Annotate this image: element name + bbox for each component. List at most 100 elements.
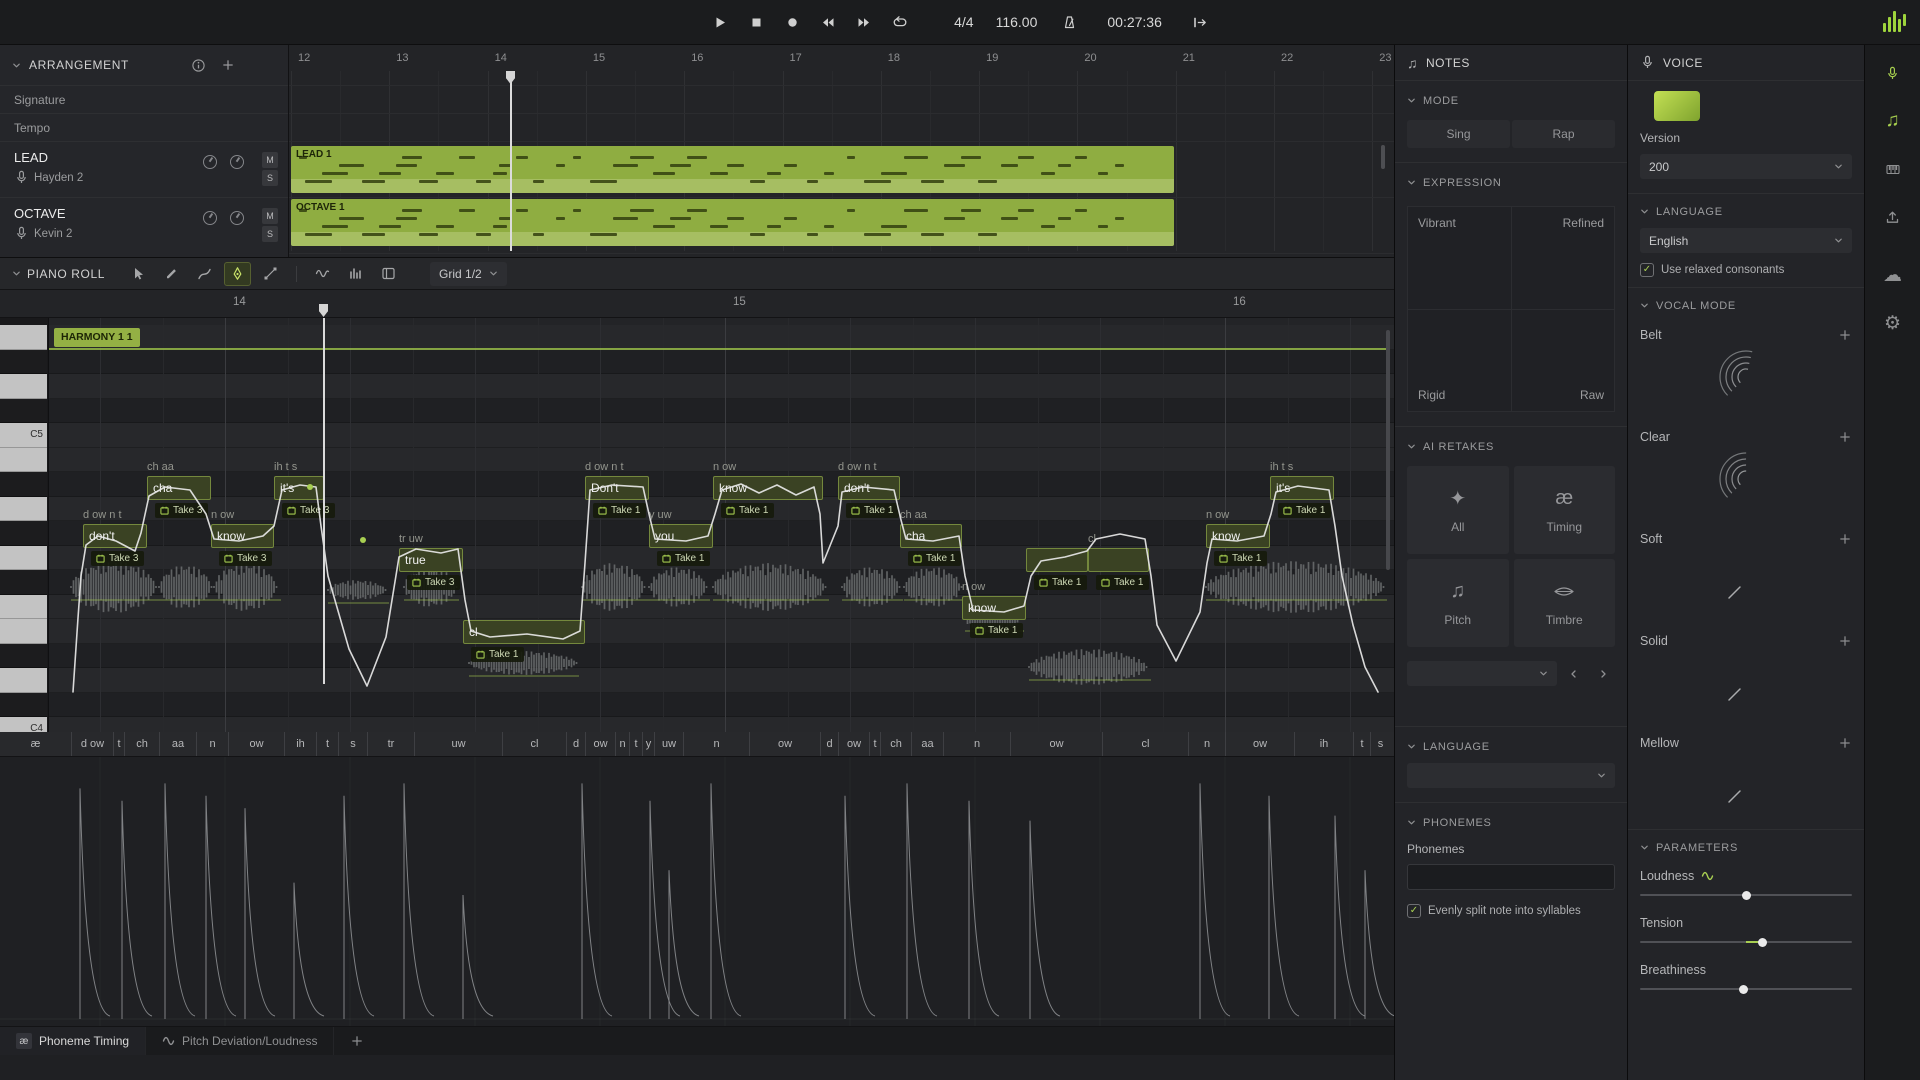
piano-roll-playhead[interactable] bbox=[319, 304, 328, 317]
add-track-button[interactable] bbox=[220, 57, 236, 73]
take-chip[interactable]: Take 1 bbox=[593, 503, 646, 518]
voice-language-select[interactable]: English bbox=[1640, 228, 1852, 253]
chevron-down-icon[interactable] bbox=[1407, 178, 1416, 187]
take-chip[interactable]: Take 1 bbox=[1278, 503, 1331, 518]
tab-pitch-deviation-loudness[interactable]: Pitch Deviation/Loudness bbox=[146, 1027, 334, 1055]
collapse-piano-roll-icon[interactable] bbox=[12, 269, 21, 278]
note-don-t[interactable]: don't bbox=[838, 476, 900, 500]
piano-key[interactable] bbox=[0, 325, 47, 350]
scrollbar[interactable] bbox=[1381, 145, 1385, 169]
info-icon[interactable] bbox=[190, 57, 206, 73]
phoneme-cell[interactable]: d bbox=[566, 732, 585, 756]
phoneme-cell[interactable]: s bbox=[338, 732, 367, 756]
note-don-t[interactable]: Don't bbox=[585, 476, 649, 500]
record-button[interactable] bbox=[782, 12, 802, 32]
arrangement-timeline[interactable]: 121314151617181920212223LEAD 1OCTAVE 1 bbox=[289, 45, 1394, 257]
note-know[interactable]: know bbox=[962, 596, 1026, 620]
piano-key[interactable] bbox=[0, 693, 47, 718]
track-lead[interactable]: LEAD Hayden 2 M S bbox=[0, 141, 288, 197]
clip-lead-1[interactable]: LEAD 1 bbox=[291, 146, 1174, 193]
metronome-icon[interactable] bbox=[1059, 12, 1079, 32]
phoneme-cell[interactable]: aa bbox=[159, 732, 196, 756]
note-don-t[interactable]: don't bbox=[83, 524, 147, 548]
tool-notedur-button[interactable] bbox=[375, 262, 402, 286]
add-panel-tab-button[interactable] bbox=[334, 1027, 380, 1055]
phoneme-cell[interactable]: ch bbox=[124, 732, 159, 756]
phoneme-cell[interactable]: ow bbox=[1225, 732, 1294, 756]
solo-button[interactable]: S bbox=[262, 170, 278, 186]
piano-roll-canvas[interactable]: don'td ow n tTake 3chach aaTake 3known o… bbox=[0, 318, 1394, 732]
phoneme-cell[interactable]: n bbox=[196, 732, 228, 756]
chevron-down-icon[interactable] bbox=[1407, 818, 1416, 827]
take-chip[interactable]: Take 1 bbox=[1214, 551, 1267, 566]
take-chip[interactable]: Take 1 bbox=[970, 623, 1023, 638]
piano-key[interactable] bbox=[0, 350, 47, 375]
rail-musicnote-button[interactable]: ♫ bbox=[1881, 109, 1905, 133]
clip-octave-1[interactable]: OCTAVE 1 bbox=[291, 199, 1174, 246]
take-chip[interactable]: Take 1 bbox=[471, 647, 524, 662]
phoneme-cell[interactable]: aa bbox=[911, 732, 943, 756]
tool-pencil-button[interactable] bbox=[158, 262, 185, 286]
piano-roll-ruler[interactable]: 141516 bbox=[0, 290, 1394, 318]
phoneme-cell[interactable]: æ bbox=[0, 732, 71, 756]
expression-pad[interactable]: Vibrant Refined Rigid Raw bbox=[1407, 206, 1615, 412]
mute-button[interactable]: M bbox=[262, 152, 278, 168]
phonemes-input[interactable] bbox=[1407, 864, 1615, 890]
piano-key[interactable] bbox=[0, 374, 47, 399]
retake-select[interactable] bbox=[1407, 661, 1557, 686]
phoneme-cell[interactable]: ih bbox=[1294, 732, 1353, 756]
tool-line-button[interactable] bbox=[257, 262, 284, 286]
phoneme-cell[interactable]: ow bbox=[838, 732, 869, 756]
solid-knob[interactable] bbox=[1717, 654, 1775, 717]
chevron-down-icon[interactable] bbox=[1407, 96, 1416, 105]
arrangement-playhead[interactable] bbox=[506, 71, 515, 84]
phoneme-strip[interactable]: æd owtchaanowihtstruwcldowntyuwnowdowtch… bbox=[0, 732, 1394, 757]
note-true[interactable]: true bbox=[399, 548, 463, 572]
clip-tab-harmony[interactable]: HARMONY 1 1 bbox=[54, 328, 140, 347]
take-chip[interactable]: Take 3 bbox=[91, 551, 144, 566]
chevron-down-icon[interactable] bbox=[1640, 843, 1649, 852]
voice-avatar[interactable] bbox=[1654, 91, 1700, 121]
tempo-row[interactable]: Tempo bbox=[0, 113, 288, 141]
piano-key[interactable]: C4 bbox=[0, 717, 47, 732]
fast-forward-button[interactable] bbox=[854, 12, 874, 32]
retake-timbre-button[interactable]: Timbre bbox=[1514, 559, 1616, 647]
voice-version-select[interactable]: 200 bbox=[1640, 154, 1852, 179]
rail-keyboard-button[interactable] bbox=[1881, 157, 1905, 181]
phoneme-cell[interactable]: t bbox=[113, 732, 124, 756]
chevron-down-icon[interactable] bbox=[1407, 442, 1416, 451]
note-language-select[interactable] bbox=[1407, 763, 1615, 788]
play-button[interactable] bbox=[710, 12, 730, 32]
signature-row[interactable]: Signature bbox=[0, 85, 288, 113]
chevron-down-icon[interactable] bbox=[1407, 742, 1416, 751]
tool-cursor-button[interactable] bbox=[125, 262, 152, 286]
relaxed-consonants-checkbox[interactable]: ✓ Use relaxed consonants bbox=[1640, 263, 1852, 277]
tool-wave-button[interactable] bbox=[309, 262, 336, 286]
phoneme-cell[interactable]: ch bbox=[880, 732, 911, 756]
pan-knob[interactable] bbox=[203, 211, 217, 225]
note-cl[interactable]: cl bbox=[463, 620, 585, 644]
tool-pen-button[interactable] bbox=[224, 262, 251, 286]
rewind-button[interactable] bbox=[818, 12, 838, 32]
tempo-display[interactable]: 116.00 bbox=[996, 14, 1038, 30]
phoneme-cell[interactable]: n bbox=[943, 732, 1010, 756]
collapse-arrangement-icon[interactable] bbox=[12, 61, 21, 70]
note[interactable] bbox=[1026, 548, 1088, 572]
take-chip[interactable]: Take 1 bbox=[1096, 575, 1149, 590]
chevron-down-icon[interactable] bbox=[1640, 301, 1649, 310]
pan-knob[interactable] bbox=[203, 155, 217, 169]
tab-phoneme-timing[interactable]: æPhoneme Timing bbox=[0, 1027, 146, 1055]
take-chip[interactable]: Take 1 bbox=[657, 551, 710, 566]
phoneme-cell[interactable]: cl bbox=[1102, 732, 1188, 756]
phoneme-cell[interactable]: ow bbox=[585, 732, 615, 756]
rail-upload-button[interactable] bbox=[1881, 205, 1905, 229]
loop-button[interactable] bbox=[890, 12, 910, 32]
piano-keys[interactable]: C5C4 bbox=[0, 318, 49, 732]
piano-key[interactable] bbox=[0, 472, 47, 497]
phoneme-cell[interactable]: ow bbox=[749, 732, 820, 756]
note-it-s[interactable]: it's bbox=[274, 476, 324, 500]
rail-mic-button[interactable] bbox=[1881, 61, 1905, 85]
phoneme-cell[interactable]: n bbox=[1188, 732, 1225, 756]
note[interactable] bbox=[1088, 548, 1149, 572]
note-know[interactable]: know bbox=[1206, 524, 1270, 548]
